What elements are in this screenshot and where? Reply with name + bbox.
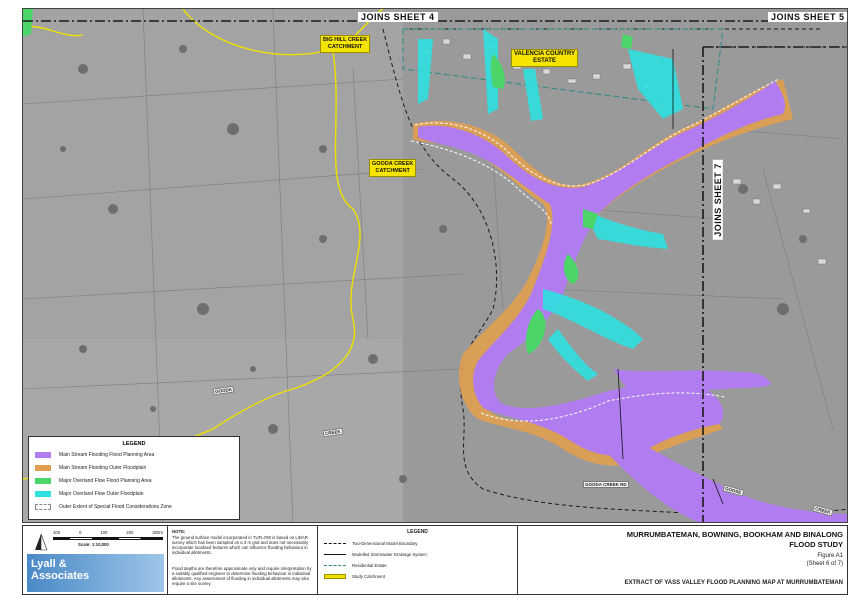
legend-swatch <box>35 491 51 497</box>
company-name: Lyall & Associates <box>31 558 90 582</box>
catchment-symbol <box>324 574 346 579</box>
legend-item: Major Overland Flow Outer Floodplain <box>35 490 143 498</box>
study-title: MURRUMBATEMAN, BOWNING, BOOKHAM AND BINA… <box>626 530 843 539</box>
scale-tick: 200 <box>126 530 134 535</box>
symbol-legend-cell: LEGEND Two-Dimensional Model Boundary Mo… <box>318 526 518 594</box>
model-boundary-symbol <box>324 543 346 544</box>
sheet-number: (Sheet 6 of 7) <box>806 561 843 567</box>
note-text: The ground surface model incorporated in… <box>172 535 309 555</box>
scale-tick: 300m <box>152 530 163 535</box>
estate-symbol <box>324 565 346 566</box>
symbol-legend-title: LEGEND <box>407 529 428 535</box>
notes-cell: NOTE: The ground surface model incorpora… <box>168 526 318 594</box>
title-cell: MURRUMBATEMAN, BOWNING, BOOKHAM AND BINA… <box>518 526 849 594</box>
scale-tick: 100 <box>53 530 61 535</box>
legend-swatch <box>35 478 51 484</box>
catchment-label-gooda: GOODA CREEK CATCHMENT <box>369 159 417 177</box>
legend-label: Major Overland Flow Flood Planning Area <box>59 478 152 484</box>
scale-tick: 100 <box>100 530 108 535</box>
estate-label: VALENCIA COUNTRY ESTATE <box>511 49 579 67</box>
legend-label: Main Stream Flooding Outer Floodplain <box>59 465 147 471</box>
road-label: GOODA CREEK RD <box>583 481 629 488</box>
joins-sheet-5-label: JOINS SHEET 5 <box>768 12 847 22</box>
note-title: NOTE: <box>172 529 186 534</box>
map-legend: LEGEND Main Stream Flooding Flood Planni… <box>28 436 240 520</box>
legend-swatch <box>35 504 51 510</box>
figure-number: Figure A1 <box>817 553 843 559</box>
company-logo: Lyall & Associates <box>27 554 164 592</box>
legend-swatch <box>35 452 51 458</box>
study-subtitle: FLOOD STUDY <box>789 540 843 549</box>
drainage-symbol <box>324 554 346 555</box>
legend-title: LEGEND <box>122 441 146 447</box>
symbol-legend-label: Modelled Stormwater Drainage System <box>352 552 427 557</box>
legend-item: Main Stream Flooding Flood Planning Area <box>35 451 154 459</box>
legend-item: Main Stream Flooding Outer Floodplain <box>35 464 146 472</box>
scale-ticks: 100 0 100 200 300m <box>53 530 163 535</box>
legend-label: Major Overland Flow Outer Floodplain <box>59 491 144 497</box>
scale-text: Scale: 1:10,000 <box>78 542 109 547</box>
legend-label: Main Stream Flooding Flood Planning Area <box>59 452 155 458</box>
symbol-legend-label: Two-Dimensional Model Boundary <box>352 541 418 546</box>
symbol-legend-label: Study Catchment <box>352 574 385 579</box>
legend-swatch <box>35 465 51 471</box>
note-text-2: Flood depths are therefore approximate o… <box>172 566 312 586</box>
extract-title: EXTRACT OF YASS VALLEY FLOOD PLANNING MA… <box>624 580 843 586</box>
legend-item: Major Overland Flow Flood Planning Area <box>35 477 152 485</box>
catchment-label-big-hill: BIG HILL CREEK CATCHMENT <box>320 35 371 53</box>
scale-and-logo: 100 0 100 200 300m Scale: 1:10,000 Lyall… <box>23 526 168 594</box>
symbol-legend-label: Residential Estate <box>352 563 387 568</box>
title-block: 100 0 100 200 300m Scale: 1:10,000 Lyall… <box>22 525 848 595</box>
legend-label: Outer Extent of Special Flood Considerat… <box>59 504 172 510</box>
joins-sheet-4-label: JOINS SHEET 4 <box>358 12 438 22</box>
joins-sheet-7-label: JOINS SHEET 7 <box>712 160 723 240</box>
scale-tick: 0 <box>79 530 82 535</box>
legend-item: Outer Extent of Special Flood Considerat… <box>35 503 172 511</box>
scale-bar <box>53 537 163 540</box>
map-figure: JOINS SHEET 4 JOINS SHEET 5 JOINS SHEET … <box>0 0 855 600</box>
